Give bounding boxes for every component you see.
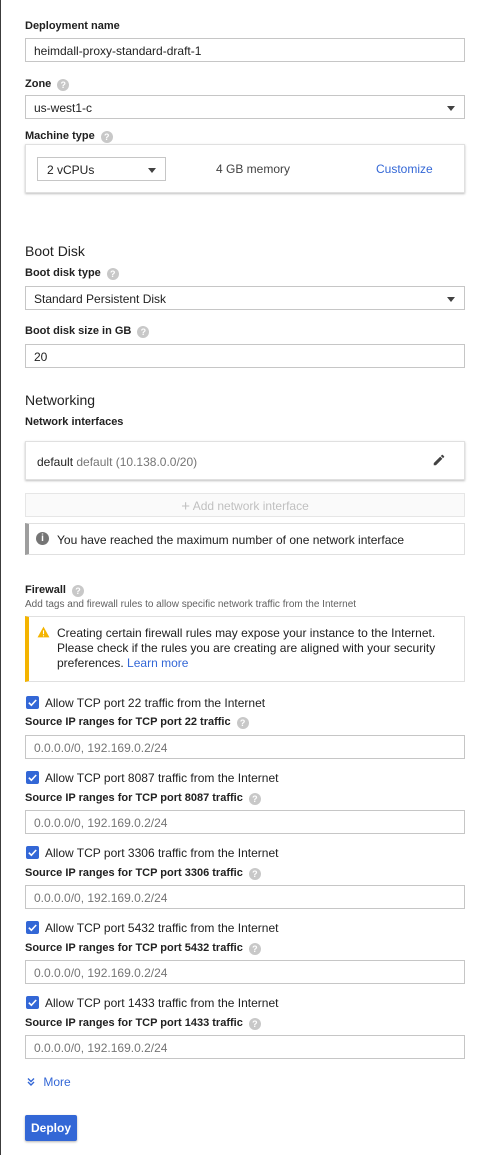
- allow-port-8087-label[interactable]: Allow TCP port 8087 traffic from the Int…: [45, 771, 278, 785]
- boot-disk-heading: Boot Disk: [25, 243, 85, 259]
- network-interface-card[interactable]: default default (10.138.0.0/20): [25, 441, 465, 480]
- dropdown-caret-icon: [148, 168, 156, 173]
- allow-port-3306-checkbox[interactable]: [26, 846, 39, 859]
- boot-disk-type-value: Standard Persistent Disk: [34, 292, 167, 306]
- allow-port-22-checkbox[interactable]: [26, 696, 39, 709]
- customize-link[interactable]: Customize: [376, 162, 433, 176]
- boot-disk-type-select[interactable]: Standard Persistent Disk: [25, 286, 465, 310]
- help-icon[interactable]: ?: [236, 717, 249, 729]
- source-ip-port-22-input[interactable]: 0.0.0.0/0, 192.169.0.2/24: [25, 735, 465, 759]
- allow-port-3306-label[interactable]: Allow TCP port 3306 traffic from the Int…: [45, 846, 278, 860]
- allow-port-1433-label[interactable]: Allow TCP port 1433 traffic from the Int…: [45, 996, 278, 1010]
- boot-disk-size-label-text: Boot disk size in GB: [25, 325, 132, 337]
- checkmark-icon: [28, 999, 37, 1007]
- boot-disk-size-input[interactable]: 20: [25, 344, 465, 368]
- boot-disk-type-label: Boot disk type?: [25, 267, 119, 280]
- allow-port-5432-checkbox[interactable]: [26, 921, 39, 934]
- cpu-select[interactable]: 2 vCPUs: [37, 157, 166, 181]
- source-ip-port-3306-label-text: Source IP ranges for TCP port 3306 traff…: [25, 867, 243, 879]
- warning-icon: [37, 626, 50, 638]
- machine-type-card: 2 vCPUs 4 GB memory Customize: [25, 144, 465, 193]
- boot-disk-type-label-text: Boot disk type: [25, 267, 101, 279]
- firewall-warning-line3: preferences. Learn more: [57, 656, 435, 671]
- source-ip-port-3306-input[interactable]: 0.0.0.0/0, 192.169.0.2/24: [25, 885, 465, 909]
- checkmark-icon: [28, 924, 37, 932]
- source-ip-port-1433-input[interactable]: 0.0.0.0/0, 192.169.0.2/24: [25, 1035, 465, 1059]
- checkmark-icon: [28, 774, 37, 782]
- firewall-warning-line1: Creating certain firewall rules may expo…: [57, 626, 436, 640]
- max-interface-info-box: i You have reached the maximum number of…: [25, 523, 465, 555]
- allow-port-5432-label[interactable]: Allow TCP port 5432 traffic from the Int…: [45, 921, 278, 935]
- firewall-warning-text: Creating certain firewall rules may expo…: [57, 626, 435, 671]
- network-interface-name: default: [37, 455, 74, 469]
- zone-value: us-west1-c: [34, 101, 93, 115]
- firewall-label: Firewall?: [25, 584, 84, 597]
- network-interface-text: default default (10.138.0.0/20): [37, 455, 197, 469]
- source-ip-port-5432-label: Source IP ranges for TCP port 5432 traff…: [25, 942, 261, 955]
- double-chevron-down-icon: [27, 1078, 35, 1086]
- allow-port-1433-checkbox[interactable]: [26, 996, 39, 1009]
- deployment-name-input[interactable]: heimdall-proxy-standard-draft-1: [25, 38, 465, 62]
- networking-heading: Networking: [25, 392, 96, 408]
- help-icon[interactable]: ?: [248, 868, 261, 880]
- plus-icon: +: [181, 498, 191, 515]
- machine-type-label: Machine type?: [25, 130, 113, 143]
- firewall-warning-box: Creating certain firewall rules may expo…: [25, 616, 465, 682]
- dropdown-caret-icon: [447, 297, 455, 302]
- boot-disk-size-label: Boot disk size in GB?: [25, 325, 150, 338]
- memory-text: 4 GB memory: [216, 162, 291, 176]
- source-ip-port-1433-label-text: Source IP ranges for TCP port 1433 traff…: [25, 1017, 243, 1029]
- machine-type-label-text: Machine type: [25, 130, 95, 142]
- source-ip-port-22-label: Source IP ranges for TCP port 22 traffic…: [25, 716, 249, 729]
- zone-label-text: Zone: [25, 78, 52, 90]
- help-icon[interactable]: ?: [57, 79, 70, 91]
- window-left-edge: [0, 0, 1, 1155]
- cpu-value: 2 vCPUs: [47, 163, 95, 177]
- network-interfaces-label: Network interfaces: [25, 416, 124, 428]
- firewall-label-text: Firewall: [25, 584, 66, 596]
- learn-more-link[interactable]: Learn more: [127, 656, 188, 670]
- firewall-description: Add tags and firewall rules to allow spe…: [25, 599, 357, 610]
- help-icon[interactable]: ?: [106, 268, 119, 280]
- source-ip-port-3306-label: Source IP ranges for TCP port 3306 traff…: [25, 867, 261, 880]
- firewall-warning-line2: Please check if the rules you are creati…: [57, 641, 436, 655]
- network-interface-detail: default (10.138.0.0/20): [76, 455, 198, 469]
- allow-port-22-label[interactable]: Allow TCP port 22 traffic from the Inter…: [45, 696, 265, 710]
- help-icon[interactable]: ?: [137, 326, 150, 338]
- add-network-interface-label: Add network interface: [192, 499, 309, 513]
- more-toggle[interactable]: More: [26, 1075, 71, 1089]
- help-icon[interactable]: ?: [248, 1018, 261, 1030]
- help-icon[interactable]: ?: [71, 585, 84, 597]
- source-ip-port-8087-label: Source IP ranges for TCP port 8087 traff…: [25, 792, 261, 805]
- more-label: More: [43, 1075, 71, 1089]
- source-ip-port-5432-input[interactable]: 0.0.0.0/0, 192.169.0.2/24: [25, 960, 465, 984]
- help-icon[interactable]: ?: [100, 131, 113, 143]
- help-icon[interactable]: ?: [248, 943, 261, 955]
- allow-port-8087-checkbox[interactable]: [26, 771, 39, 784]
- deployment-name-label: Deployment name: [25, 20, 120, 32]
- dropdown-caret-icon: [447, 106, 455, 111]
- edit-pencil-icon[interactable]: [432, 453, 446, 467]
- source-ip-port-1433-label: Source IP ranges for TCP port 1433 traff…: [25, 1017, 261, 1030]
- zone-label: Zone?: [25, 78, 70, 91]
- info-icon: i: [36, 532, 49, 545]
- deploy-button[interactable]: Deploy: [25, 1115, 77, 1141]
- firewall-warning-line3-text: preferences.: [57, 656, 124, 670]
- source-ip-port-8087-label-text: Source IP ranges for TCP port 8087 traff…: [25, 792, 243, 804]
- checkmark-icon: [28, 849, 37, 857]
- max-interface-info-text: You have reached the maximum number of o…: [57, 533, 405, 547]
- source-ip-port-8087-input[interactable]: 0.0.0.0/0, 192.169.0.2/24: [25, 810, 465, 834]
- checkmark-icon: [28, 699, 37, 707]
- source-ip-port-5432-label-text: Source IP ranges for TCP port 5432 traff…: [25, 942, 243, 954]
- add-network-interface-button[interactable]: + Add network interface: [25, 493, 465, 517]
- help-icon[interactable]: ?: [248, 793, 261, 805]
- source-ip-port-22-label-text: Source IP ranges for TCP port 22 traffic: [25, 716, 231, 728]
- zone-select[interactable]: us-west1-c: [25, 95, 465, 119]
